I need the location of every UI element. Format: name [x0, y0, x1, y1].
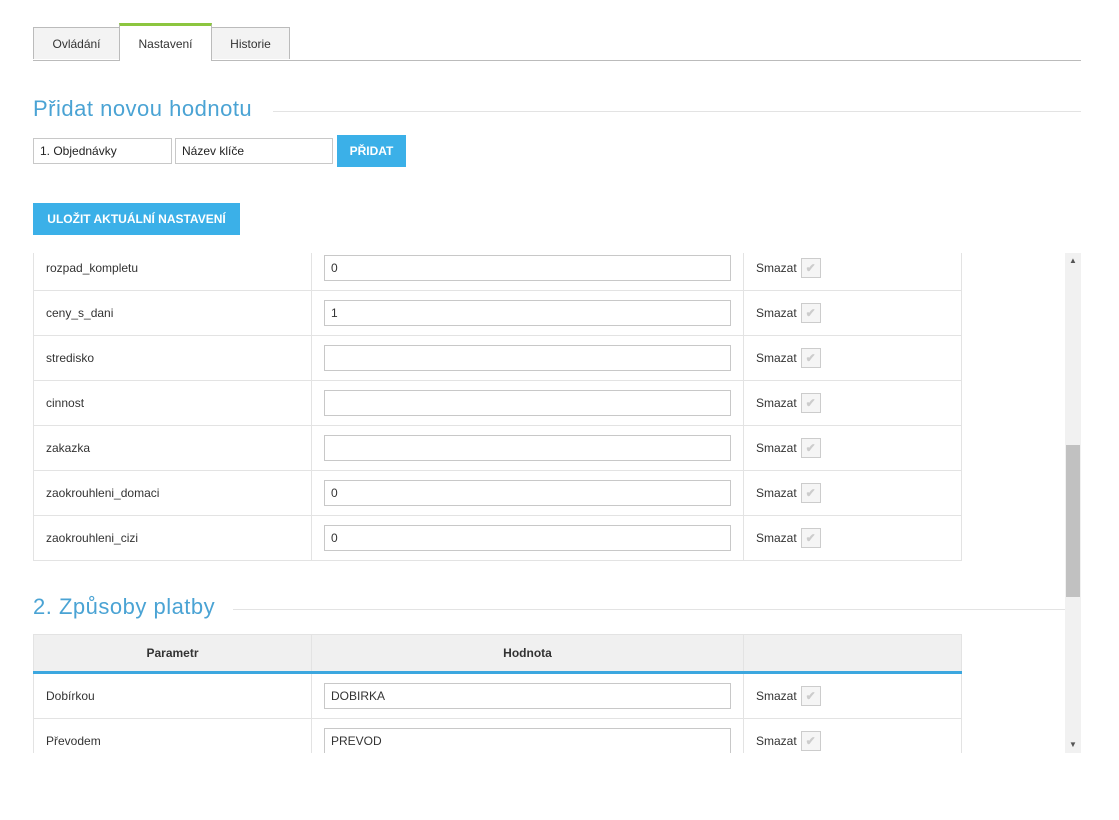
check-icon[interactable]: ✔	[800, 483, 821, 503]
param-key: stredisko	[33, 335, 312, 381]
param-key: Dobírkou	[33, 672, 312, 719]
check-icon[interactable]: ✔	[800, 438, 821, 458]
param-key: cinnost	[33, 380, 312, 426]
tab-bar: Ovládání Nastavení Historie	[33, 23, 1081, 61]
table-row: zaokrouhleni_domaci 0 Smazat ✔	[33, 470, 962, 516]
param-value-input[interactable]	[324, 390, 731, 416]
add-button[interactable]: PŘIDAT	[337, 135, 406, 167]
table-row: cinnost Smazat ✔	[33, 380, 962, 426]
param-value-input[interactable]: DOBIRKA	[324, 683, 731, 709]
column-header-hodnota: Hodnota	[311, 634, 744, 674]
delete-label: Smazat	[756, 396, 797, 410]
param-key: zaokrouhleni_cizi	[33, 515, 312, 561]
delete-label: Smazat	[756, 689, 797, 703]
section-select[interactable]: 1. Objednávky	[33, 138, 172, 164]
param-value-input[interactable]: 0	[324, 525, 731, 551]
param-key: Převodem	[33, 718, 312, 753]
param-value-input[interactable]	[324, 345, 731, 371]
param-value-input[interactable]: PREVOD	[324, 728, 731, 753]
key-name-input[interactable]: Název klíče	[175, 138, 333, 164]
payment-methods-table: Parametr Hodnota Dobírkou DOBIRKA Smazat…	[33, 634, 962, 753]
delete-label: Smazat	[756, 261, 797, 275]
param-value-input[interactable]	[324, 435, 731, 461]
table-row: Dobírkou DOBIRKA Smazat ✔	[33, 672, 962, 719]
delete-label: Smazat	[756, 306, 797, 320]
table-header-row: Parametr Hodnota	[33, 634, 962, 674]
delete-label: Smazat	[756, 441, 797, 455]
check-icon[interactable]: ✔	[800, 258, 821, 278]
tab-historie[interactable]: Historie	[211, 27, 290, 59]
param-key: zakazka	[33, 425, 312, 471]
table-row: zaokrouhleni_cizi 0 Smazat ✔	[33, 515, 962, 561]
column-header-parametr: Parametr	[33, 634, 312, 674]
vertical-scrollbar[interactable]: ▲ ▼	[1065, 253, 1081, 753]
tab-ovladani[interactable]: Ovládání	[33, 27, 120, 59]
payment-methods-title: 2. Způsoby platby	[33, 594, 216, 619]
table-row: zakazka Smazat ✔	[33, 425, 962, 471]
add-value-title: Přidat novou hodnotu	[33, 96, 253, 121]
delete-label: Smazat	[756, 351, 797, 365]
table-row: stredisko Smazat ✔	[33, 335, 962, 381]
settings-table: rozpad_kompletu 0 Smazat ✔ ceny_s_dani 1 …	[33, 253, 962, 561]
check-icon[interactable]: ✔	[800, 348, 821, 368]
table-row: Převodem PREVOD Smazat ✔	[33, 718, 962, 753]
tab-nastaveni[interactable]: Nastavení	[119, 23, 212, 61]
table-row: ceny_s_dani 1 Smazat ✔	[33, 290, 962, 336]
check-icon[interactable]: ✔	[800, 731, 821, 751]
scrollbar-thumb[interactable]	[1066, 445, 1080, 597]
param-key: ceny_s_dani	[33, 290, 312, 336]
section-divider	[233, 609, 1065, 610]
param-value-input[interactable]: 1	[324, 300, 731, 326]
section-divider	[273, 111, 1081, 112]
save-settings-button[interactable]: ULOŽIT AKTUÁLNÍ NASTAVENÍ	[33, 203, 240, 235]
check-icon[interactable]: ✔	[800, 528, 821, 548]
param-value-input[interactable]: 0	[324, 255, 731, 281]
delete-label: Smazat	[756, 531, 797, 545]
check-icon[interactable]: ✔	[800, 303, 821, 323]
delete-label: Smazat	[756, 734, 797, 748]
triangle-up-icon[interactable]: ▲	[1065, 253, 1081, 269]
triangle-down-icon[interactable]: ▼	[1065, 737, 1081, 753]
settings-scroll-area[interactable]: rozpad_kompletu 0 Smazat ✔ ceny_s_dani 1 …	[33, 253, 1081, 753]
param-value-input[interactable]: 0	[324, 480, 731, 506]
table-row: rozpad_kompletu 0 Smazat ✔	[33, 253, 962, 291]
param-key: rozpad_kompletu	[33, 253, 312, 291]
check-icon[interactable]: ✔	[800, 686, 821, 706]
column-header-actions	[743, 634, 962, 674]
check-icon[interactable]: ✔	[800, 393, 821, 413]
param-key: zaokrouhleni_domaci	[33, 470, 312, 516]
delete-label: Smazat	[756, 486, 797, 500]
